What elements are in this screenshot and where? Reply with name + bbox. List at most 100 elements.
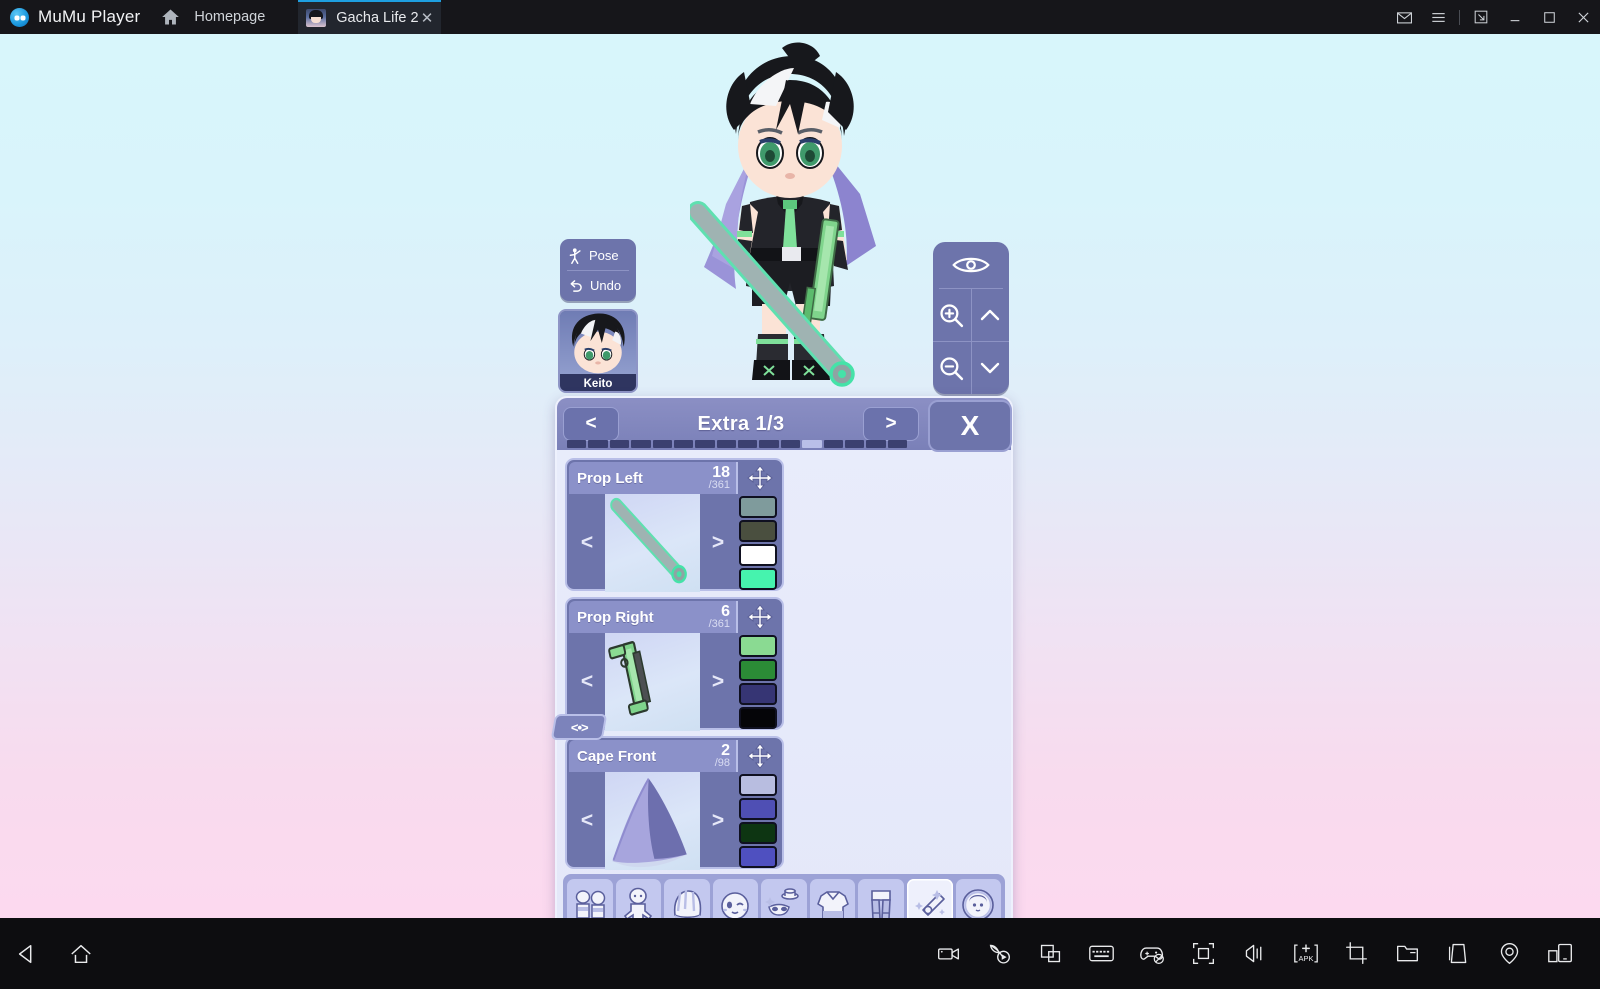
volume-button[interactable] [1229, 918, 1280, 989]
resolution-button[interactable] [1535, 918, 1586, 989]
item-preview[interactable] [605, 494, 700, 592]
slot-next-button[interactable]: > [700, 633, 736, 731]
move-item-button[interactable] [736, 601, 782, 633]
zoom-out-button[interactable] [933, 342, 971, 394]
slot-prev-button[interactable]: < [569, 772, 605, 870]
screen-record-button[interactable] [974, 918, 1025, 989]
fullscreen-button[interactable] [1178, 918, 1229, 989]
gamepad-icon [1140, 947, 1164, 965]
slot-prev-button[interactable]: < [569, 494, 605, 592]
slot-next-button[interactable]: > [700, 772, 736, 870]
toggle-visibility-button[interactable] [933, 242, 1009, 288]
mumu-player-window: MuMu Player Homepage Gacha Life 2 ✕ Pose… [0, 0, 1600, 989]
location-button[interactable] [1484, 918, 1535, 989]
item-preview[interactable] [605, 633, 700, 731]
multi-instance-button[interactable] [1025, 918, 1076, 989]
slot-next-button[interactable]: > [700, 494, 736, 592]
move-item-button[interactable] [736, 740, 782, 772]
keyboard-mapping-button[interactable] [1076, 918, 1127, 989]
page-segment[interactable] [887, 440, 907, 448]
mask-hat-icon [764, 885, 804, 918]
category-tops[interactable] [809, 879, 856, 918]
page-segment[interactable] [866, 440, 886, 448]
item-preview[interactable] [605, 772, 700, 870]
mumu-logo-icon [10, 7, 29, 27]
camera-down-button[interactable] [972, 342, 1010, 394]
keyboard-icon [1089, 945, 1114, 962]
homepage-button[interactable]: Homepage [160, 7, 265, 27]
undo-button[interactable]: Undo [560, 271, 636, 300]
gamepad-button[interactable] [1127, 918, 1178, 989]
panel-header: < Extra 1/3 > X [557, 398, 1012, 452]
shake-button[interactable] [1433, 918, 1484, 989]
color-swatch[interactable] [739, 659, 777, 681]
page-segment[interactable] [780, 440, 801, 448]
move-icon [747, 743, 773, 769]
page-segment[interactable] [652, 440, 672, 448]
tab-gacha-life-2[interactable]: Gacha Life 2 ✕ [298, 0, 442, 34]
page-segment[interactable] [802, 440, 822, 448]
shared-folder-button[interactable] [1382, 918, 1433, 989]
sparkle-wand-icon [910, 885, 950, 918]
page-segment[interactable] [759, 440, 779, 448]
category-hair[interactable] [664, 879, 710, 918]
resize-icon[interactable] [1464, 0, 1498, 34]
page-segment[interactable] [695, 440, 715, 448]
camera-up-button[interactable] [972, 289, 1010, 341]
color-swatch[interactable] [739, 544, 777, 566]
color-swatch[interactable] [739, 568, 777, 590]
avatar [560, 311, 636, 374]
page-segment[interactable] [588, 440, 608, 448]
next-page-button[interactable]: > [863, 407, 919, 441]
color-swatch[interactable] [739, 635, 777, 657]
page-segment[interactable] [738, 440, 758, 448]
menu-icon[interactable] [1421, 0, 1455, 34]
color-swatch[interactable] [739, 846, 777, 868]
page-segment[interactable] [567, 440, 587, 448]
category-face[interactable] [712, 879, 759, 918]
page-segment[interactable] [823, 440, 843, 448]
category-profile[interactable] [955, 879, 1002, 918]
category-accessories[interactable] [761, 879, 807, 918]
color-swatch[interactable] [739, 774, 777, 796]
android-home-button[interactable] [54, 918, 108, 989]
move-item-button[interactable] [736, 462, 782, 494]
zoom-in-button[interactable] [933, 289, 971, 341]
close-panel-button[interactable]: X [928, 400, 1012, 452]
color-swatch[interactable] [739, 496, 777, 518]
page-segment[interactable] [844, 440, 865, 448]
category-bottoms[interactable] [858, 879, 904, 918]
category-presets[interactable] [567, 879, 613, 918]
color-swatch[interactable] [739, 822, 777, 844]
character-avatar [690, 34, 890, 394]
color-swatch[interactable] [739, 683, 777, 705]
category-extras[interactable] [906, 879, 953, 918]
screenshot-button[interactable] [1331, 918, 1382, 989]
color-swatch[interactable] [739, 707, 777, 729]
android-back-button[interactable] [0, 918, 54, 989]
install-apk-button[interactable]: APK [1280, 918, 1331, 989]
character-slot-keito[interactable]: Keito [558, 309, 638, 393]
close-window-icon[interactable] [1566, 0, 1600, 34]
slot-header: Prop Right 6 /361 [569, 601, 782, 633]
chevron-up-icon [981, 309, 1000, 321]
page-segment[interactable] [673, 440, 694, 448]
pose-undo-box: Pose Undo [560, 239, 636, 301]
mail-icon[interactable] [1387, 0, 1421, 34]
tab-close-icon[interactable]: ✕ [421, 11, 434, 26]
minimize-icon[interactable] [1498, 0, 1532, 34]
maximize-icon[interactable] [1532, 0, 1566, 34]
page-segment[interactable] [716, 440, 736, 448]
pose-button[interactable]: Pose [560, 241, 636, 270]
record-video-button[interactable] [923, 918, 974, 989]
color-swatch[interactable] [739, 520, 777, 542]
emulator-tools: APK [923, 918, 1600, 989]
previous-page-button[interactable]: < [563, 407, 619, 441]
color-swatch[interactable] [739, 798, 777, 820]
flip-item-button[interactable]: <•> [550, 714, 608, 740]
category-body[interactable] [615, 879, 662, 918]
page-segment[interactable] [631, 440, 651, 448]
page-progress-bar[interactable] [567, 440, 907, 448]
shirt-icon [813, 885, 853, 918]
page-segment[interactable] [609, 440, 630, 448]
